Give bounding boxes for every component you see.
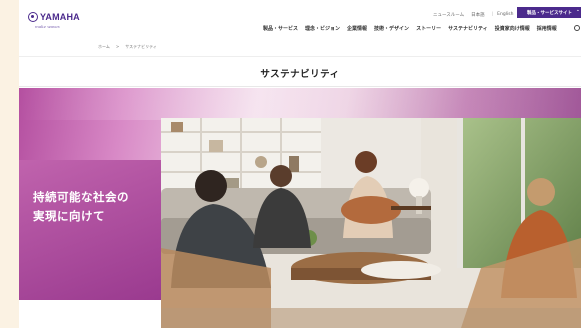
hero-light-band [19,88,581,120]
utility-link-newsroom[interactable]: ニュースルーム [433,12,464,18]
logo-tagline: make waves [35,24,60,29]
utility-separator: | [491,12,494,17]
hero-heading-line1: 持続可能な社会の [33,190,129,204]
chevron-up-icon: ⌃ [576,10,580,15]
nav-item-sustainability[interactable]: サステナビリティ [448,25,488,32]
logo-text: YAMAHA [40,12,80,22]
page: YAMAHA make waves ニュースルーム 日本語 | English … [19,0,581,328]
nav-item-technology-design[interactable]: 技術・デザイン [374,25,409,32]
utility-link-english[interactable]: English [497,12,513,18]
yamaha-logo[interactable]: YAMAHA [28,12,80,22]
hero-heading: 持続可能な社会の 実現に向けて [33,188,129,226]
divider [19,56,581,57]
nav-item-philosophy[interactable]: 理念・ビジョン [305,25,340,32]
breadcrumb-current: サステナビリティ [125,44,157,49]
products-site-label: 製品・サービスサイト [527,10,572,16]
utility-link-japanese[interactable]: 日本語 [471,12,485,18]
hero-heading-line2: 実現に向けて [33,209,105,223]
nav-item-products[interactable]: 製品・サービス [263,25,298,32]
breadcrumb-home[interactable]: ホーム [98,44,110,50]
utility-links: ニュースルーム 日本語 | English [433,12,520,18]
nav-item-investors[interactable]: 投資家向け情報 [495,25,530,32]
hero-photo [161,118,581,328]
nav-item-stories[interactable]: ストーリー [416,25,441,32]
living-room-music-photo [161,118,581,328]
main-nav: 製品・サービス 理念・ビジョン 企業情報 技術・デザイン ストーリー サステナビ… [263,25,564,32]
divider [19,86,581,87]
page-title: サステナビリティ [260,69,340,80]
breadcrumb: ホーム > サステナビリティ [98,44,157,50]
tuning-fork-logo-icon [28,12,38,22]
search-icon[interactable] [574,25,580,31]
hero-text-panel [19,160,161,300]
nav-item-company[interactable]: 企業情報 [347,25,367,32]
nav-item-careers[interactable]: 採用情報 [537,25,557,32]
site-header: YAMAHA make waves ニュースルーム 日本語 | English … [19,0,581,40]
products-site-button[interactable]: 製品・サービスサイト ⌃ [517,7,581,18]
breadcrumb-separator: > [115,44,120,49]
